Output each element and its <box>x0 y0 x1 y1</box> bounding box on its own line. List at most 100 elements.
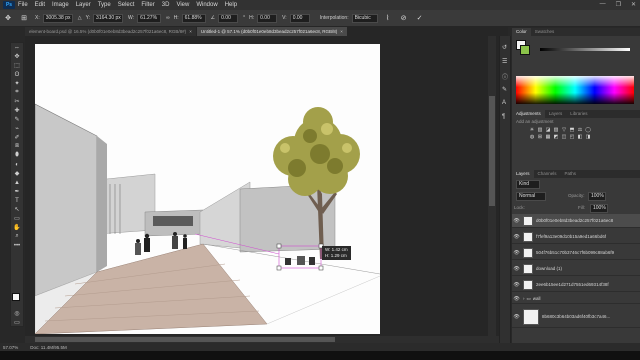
properties-panel-icon[interactable]: ☰ <box>502 58 507 65</box>
layer-row[interactable]: 👁 504f76b51c70b3746c7f6b099c88ab6f9 <box>512 246 640 260</box>
cancel-transform-icon[interactable]: ⊘ <box>399 13 409 23</box>
expand-toolbar-icon[interactable]: ⇔ <box>11 43 23 52</box>
lasso-tool-icon[interactable]: ʘ <box>11 70 23 79</box>
history-brush-tool-icon[interactable]: ⧈ <box>11 142 23 151</box>
gradient-map-icon[interactable]: ◧ <box>576 133 584 140</box>
angle-input[interactable]: 0.00 <box>218 13 239 23</box>
tab-layers-alt[interactable]: Layers <box>545 110 567 118</box>
photo-filter-icon[interactable]: ◍ <box>528 133 536 140</box>
edit-toolbar-icon[interactable]: ••• <box>11 241 23 250</box>
tab-close-icon[interactable]: × <box>189 29 192 34</box>
vertical-scrollbar[interactable] <box>488 36 496 336</box>
posterize-icon[interactable]: ◫ <box>560 133 568 140</box>
clone-stamp-tool-icon[interactable]: ✐ <box>11 133 23 142</box>
tab-color[interactable]: Color <box>512 28 531 36</box>
eye-icon[interactable]: 👁 <box>512 266 521 272</box>
crop-tool-icon[interactable]: ⌗ <box>11 88 23 97</box>
color-panel-background[interactable] <box>520 45 530 55</box>
color-lookup-icon[interactable]: ▦ <box>544 133 552 140</box>
height-input[interactable]: 61.88% <box>181 13 206 23</box>
dodge-tool-icon[interactable]: ▲ <box>11 178 23 187</box>
width-input[interactable]: 61.27% <box>137 13 162 23</box>
blend-mode-select[interactable]: Normal <box>516 192 546 201</box>
brush-panel-icon[interactable]: ✎ <box>502 86 507 93</box>
curves-icon[interactable]: ◪ <box>544 126 552 133</box>
brightness-contrast-icon[interactable]: ☀ <box>528 126 536 133</box>
magic-wand-tool-icon[interactable]: ✦ <box>11 79 23 88</box>
channel-mixer-icon[interactable]: ⊞ <box>536 133 544 140</box>
black-white-icon[interactable]: ◯ <box>584 126 592 133</box>
brush-tool-icon[interactable]: ⌁ <box>11 124 23 133</box>
slice-tool-icon[interactable]: ✂ <box>11 97 23 106</box>
menu-type[interactable]: Type <box>98 2 111 8</box>
info-panel-icon[interactable]: ⓘ <box>502 72 508 81</box>
screen-mode-icon[interactable]: ▭ <box>11 318 23 327</box>
eye-icon[interactable]: 👁 <box>512 234 521 240</box>
eyedropper-tool-icon[interactable]: ✚ <box>11 106 23 115</box>
layer-row[interactable]: 👁 8b680c3b64b03ad6f40fb3c7a46... <box>512 306 640 328</box>
layer-row[interactable]: 👁 f7fef9a13e09d10b15a9ed1a66bd6f <box>512 230 640 244</box>
eraser-tool-icon[interactable]: ⬮ <box>11 151 23 160</box>
menu-view[interactable]: View <box>176 2 189 8</box>
reference-point-icon[interactable]: ⊞ <box>19 13 29 23</box>
move-tool-preset-icon[interactable]: ✥ <box>3 13 13 23</box>
zoom-tool-icon[interactable]: ⌕ <box>11 232 23 241</box>
eye-icon[interactable]: 👁 <box>512 250 521 256</box>
warp-mode-icon[interactable]: ⌇ <box>383 13 393 23</box>
link-icon[interactable]: ∞ <box>166 15 170 21</box>
menu-file[interactable]: File <box>18 2 28 8</box>
menu-3d[interactable]: 3D <box>162 2 170 8</box>
color-balance-icon[interactable]: ⚖ <box>576 126 584 133</box>
y-input[interactable]: 3164.30 px <box>93 13 124 23</box>
hand-tool-icon[interactable]: ✋ <box>11 223 23 232</box>
opacity-input[interactable]: 100% <box>588 192 606 201</box>
menu-image[interactable]: Image <box>52 2 69 8</box>
vertical-scroll-thumb[interactable] <box>489 96 495 206</box>
x-input[interactable]: 3005.38 px <box>42 13 73 23</box>
menu-edit[interactable]: Edit <box>35 2 45 8</box>
history-panel-icon[interactable]: ↺ <box>502 44 507 51</box>
tab-swatches[interactable]: Swatches <box>531 28 559 36</box>
menu-help[interactable]: Help <box>225 2 237 8</box>
interpolation-select[interactable]: Bicubic <box>351 13 378 23</box>
threshold-icon[interactable]: ◰ <box>568 133 576 140</box>
pen-tool-icon[interactable]: ✒ <box>11 187 23 196</box>
hue-saturation-icon[interactable]: ⬒ <box>568 126 576 133</box>
layer-row[interactable]: 👁 download (1) <box>512 262 640 276</box>
menu-layer[interactable]: Layer <box>76 2 91 8</box>
v-skew-input[interactable]: 0.00 <box>289 13 310 23</box>
invert-icon[interactable]: ◩ <box>552 133 560 140</box>
path-selection-tool-icon[interactable]: ↖ <box>11 205 23 214</box>
levels-icon[interactable]: ▥ <box>536 126 544 133</box>
horizontal-scrollbar[interactable] <box>25 336 499 343</box>
selective-color-icon[interactable]: ◨ <box>584 133 592 140</box>
layer-group-row[interactable]: 👁 › ▭ wall <box>512 294 640 304</box>
horizontal-scroll-thumb[interactable] <box>35 337 335 342</box>
foreground-color-swatch[interactable] <box>12 293 20 301</box>
character-panel-icon[interactable]: A <box>502 100 506 106</box>
layer-row[interactable]: 👁 2ee6b15ee1d271d7551ed69314f38f <box>512 278 640 292</box>
zoom-level[interactable]: 57.07% <box>3 345 18 350</box>
paragraph-panel-icon[interactable]: ¶ <box>502 114 505 120</box>
color-spectrum[interactable] <box>516 76 634 104</box>
tab-untitled-1[interactable]: Untitled-1 @ 57.1% (d0b0f01e0eb8d3bead2c… <box>196 27 347 36</box>
layer-filter-kind[interactable]: Kind <box>516 180 540 189</box>
menu-window[interactable]: Window <box>196 2 217 8</box>
tab-libraries[interactable]: Libraries <box>566 110 591 118</box>
restore-icon[interactable]: ❐ <box>616 1 621 8</box>
vibrance-icon[interactable]: ▽ <box>560 126 568 133</box>
blur-tool-icon[interactable]: ◆ <box>11 169 23 178</box>
group-chevron-icon[interactable]: › <box>523 296 525 301</box>
commit-transform-icon[interactable]: ✓ <box>415 13 425 23</box>
minimize-icon[interactable]: — <box>600 1 606 8</box>
eye-icon[interactable]: 👁 <box>512 296 521 302</box>
eye-icon[interactable]: 👁 <box>512 314 521 320</box>
grayscale-slider[interactable] <box>540 48 630 51</box>
delta-icon[interactable]: △ <box>78 15 82 21</box>
layer-row[interactable]: 👁 d0b0f01e0eb8d3bead2c257f021a6ec8 <box>512 214 640 228</box>
gradient-tool-icon[interactable]: ◐ <box>11 160 23 169</box>
healing-brush-tool-icon[interactable]: ✎ <box>11 115 23 124</box>
menu-select[interactable]: Select <box>118 2 135 8</box>
tab-close-icon[interactable]: × <box>340 29 343 34</box>
tab-adjustments[interactable]: Adjustments <box>512 110 545 118</box>
